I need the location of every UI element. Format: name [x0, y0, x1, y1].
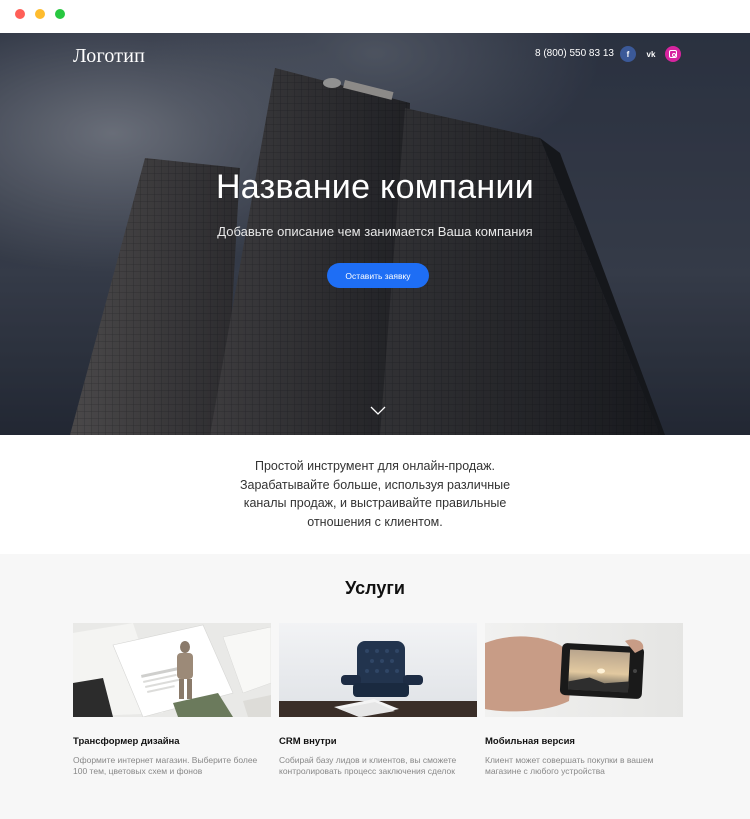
services-title: Услуги [345, 578, 405, 598]
window-close-dot[interactable] [15, 9, 25, 19]
hero-section: Логотип 8 (800) 550 83 13 f vk Название … [0, 33, 750, 435]
site-logo[interactable]: Логотип [73, 45, 145, 68]
instagram-glyph [669, 50, 677, 58]
service-card-design[interactable]: Трансформер дизайна Оформите интернет ма… [73, 623, 271, 777]
vk-glyph: vk [646, 49, 656, 59]
service-card-title: Трансформер дизайна [73, 736, 180, 747]
service-image-design [73, 623, 271, 717]
request-button[interactable]: Оставить заявку [327, 263, 429, 288]
service-card-text: Клиент может совершать покупки в вашем м… [485, 755, 654, 776]
facebook-icon[interactable]: f [620, 46, 636, 62]
instagram-icon[interactable] [665, 46, 681, 62]
window-minimize-dot[interactable] [35, 9, 45, 19]
intro-section: Простой инструмент для онлайн-продаж. За… [0, 435, 750, 554]
header-phone[interactable]: 8 (800) 550 83 13 [535, 48, 614, 59]
service-card-title: Мобильная версия [485, 736, 575, 747]
intro-text: Простой инструмент для онлайн-продаж. За… [239, 459, 511, 529]
hero-title: Название компании [215, 168, 535, 206]
chevron-down-icon[interactable] [370, 406, 386, 416]
service-card-title: CRM внутри [279, 736, 337, 747]
vk-icon[interactable]: vk [643, 46, 659, 62]
service-image-mobile [485, 623, 683, 717]
service-card-text: Оформите интернет магазин. Выберите боле… [73, 755, 258, 776]
browser-chrome [0, 0, 750, 33]
service-card-crm[interactable]: CRM внутри Собирай базу лидов и клиентов… [279, 623, 477, 777]
facebook-glyph: f [626, 49, 630, 59]
window-maximize-dot[interactable] [55, 9, 65, 19]
hero-subtitle: Добавьте описание чем занимается Ваша ко… [217, 224, 533, 239]
services-section: Услуги Трансформер дизайна Оформите инте… [0, 554, 750, 819]
service-card-mobile[interactable]: Мобильная версия Клиент может совершать … [485, 623, 683, 777]
service-card-text: Собирай базу лидов и клиентов, вы сможет… [279, 755, 457, 776]
service-image-crm [279, 623, 477, 717]
